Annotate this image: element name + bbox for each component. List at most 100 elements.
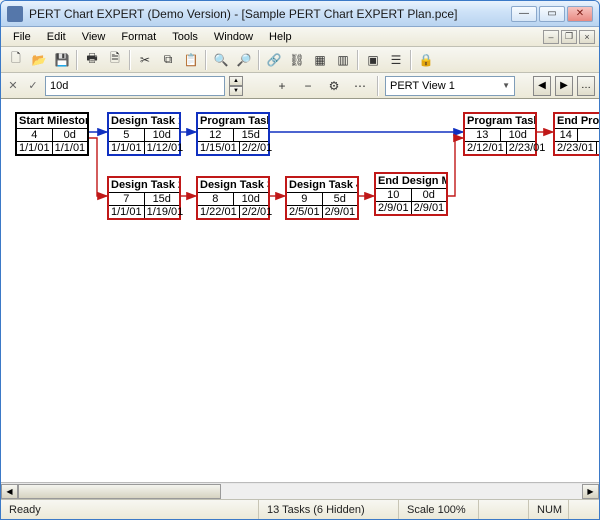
node-duration: 10d — [145, 129, 180, 141]
minimize-button[interactable]: — — [511, 6, 537, 22]
scroll-right-button[interactable]: ▶ — [582, 484, 599, 499]
node-start-date: 2/9/01 — [376, 202, 412, 214]
print-button[interactable]: 🖶 — [81, 49, 103, 71]
node-title: Design Task 4 — [287, 178, 357, 193]
prev-view-button[interactable]: ◀ — [533, 76, 551, 96]
trace-button[interactable]: ⚙ — [323, 75, 345, 97]
node-duration: 0d — [53, 129, 88, 141]
task-node-dt1[interactable]: Design Task 1510d1/1/011/12/01 — [107, 112, 181, 156]
task-node-pt1[interactable]: Program Task 11215d1/15/012/2/01 — [196, 112, 270, 156]
node-start-date: 2/12/01 — [465, 142, 507, 154]
node-id: 10 — [376, 189, 412, 201]
scroll-track[interactable] — [18, 484, 582, 499]
node-id: 9 — [287, 193, 323, 205]
menu-view[interactable]: View — [74, 29, 114, 45]
node-id: 4 — [17, 129, 53, 141]
status-grip — [569, 500, 599, 519]
node-end-date: 2/2/01 — [240, 142, 275, 154]
maximize-button[interactable]: ▭ — [539, 6, 565, 22]
node-duration — [578, 129, 600, 141]
cancel-entry-icon[interactable]: ✕ — [5, 78, 21, 94]
chart-canvas[interactable]: Start Milestone40d1/1/011/1/01 Design Tas… — [1, 99, 599, 482]
task-node-start[interactable]: Start Milestone40d1/1/011/1/01 — [15, 112, 89, 156]
node-start-date: 1/22/01 — [198, 206, 240, 218]
scroll-left-button[interactable]: ◀ — [1, 484, 18, 499]
app-icon — [7, 6, 23, 22]
node-start-date: 1/1/01 — [109, 206, 145, 218]
node-id: 14 — [555, 129, 578, 141]
duration-stepper[interactable]: ▲▼ — [229, 76, 243, 96]
zoom-in-button[interactable]: 🔍 — [210, 49, 232, 71]
node-start-date: 2/5/01 — [287, 206, 323, 218]
node-start-date: 1/1/01 — [17, 142, 53, 154]
window-title: PERT Chart EXPERT (Demo Version) - [Samp… — [29, 7, 511, 21]
node-end-date: 2/9/01 — [323, 206, 358, 218]
print-preview-button[interactable]: 🗎 — [104, 49, 126, 71]
horizontal-scrollbar[interactable]: ◀ ▶ — [1, 482, 599, 499]
node-title: End Design Milestone — [376, 174, 446, 189]
main-toolbar: 🗋 📂 💾 🖶 🗎 ✂ ⧉ 📋 🔍 🔎 🔗 ⛓ ▦ ▥ ▣ ☰ 🔒 — [1, 47, 599, 73]
menu-window[interactable]: Window — [206, 29, 261, 45]
cut-button[interactable]: ✂ — [134, 49, 156, 71]
copy-button[interactable]: ⧉ — [157, 49, 179, 71]
duration-input[interactable]: 10d — [45, 76, 225, 96]
zoom-plus-button[interactable]: + — [271, 75, 293, 97]
save-button[interactable]: 💾 — [51, 49, 73, 71]
task-node-dt4[interactable]: Design Task 495d2/5/012/9/01 — [285, 176, 359, 220]
task-node-pt2[interactable]: Program Task 21310d2/12/012/23/01 — [463, 112, 537, 156]
titlebar: PERT Chart EXPERT (Demo Version) - [Samp… — [1, 1, 599, 27]
next-view-button[interactable]: ▶ — [555, 76, 573, 96]
group-button[interactable]: ▣ — [362, 49, 384, 71]
node-end-date: 1/1/01 — [53, 142, 88, 154]
node-end-date: 2/9/01 — [412, 202, 447, 214]
node-id: 8 — [198, 193, 234, 205]
view-select[interactable]: PERT View 1 ▼ — [385, 76, 515, 96]
mdi-minimize-button[interactable]: – — [543, 30, 559, 44]
unlink-button[interactable]: ⛓ — [286, 49, 308, 71]
filter-button[interactable]: ▦ — [309, 49, 331, 71]
zoom-out-button[interactable]: 🔎 — [233, 49, 255, 71]
task-node-edm[interactable]: End Design Milestone100d2/9/012/9/01 — [374, 172, 448, 216]
scroll-thumb[interactable] — [18, 484, 221, 499]
menu-format[interactable]: Format — [113, 29, 164, 45]
node-end-date: 2/2/01 — [240, 206, 275, 218]
task-node-dt2[interactable]: Design Task 2715d1/1/011/19/01 — [107, 176, 181, 220]
layout-button[interactable]: ▥ — [332, 49, 354, 71]
open-button[interactable]: 📂 — [28, 49, 50, 71]
task-node-epm[interactable]: End Prog Milesto142/23/012 — [553, 112, 599, 156]
node-end-date: 2/23/01 — [507, 142, 548, 154]
node-title: Program Task 1 — [198, 114, 268, 129]
menubar: File Edit View Format Tools Window Help … — [1, 27, 599, 47]
accept-entry-icon[interactable]: ✓ — [25, 78, 41, 94]
status-ready: Ready — [1, 500, 259, 519]
menu-help[interactable]: Help — [261, 29, 300, 45]
entry-toolbar: ✕ ✓ 10d ▲▼ + − ⚙ ⋯ PERT View 1 ▼ ◀ ▶ … — [1, 73, 599, 99]
lock-button[interactable]: 🔒 — [415, 49, 437, 71]
app-window: PERT Chart EXPERT (Demo Version) - [Samp… — [0, 0, 600, 520]
new-button[interactable]: 🗋 — [5, 49, 27, 71]
menu-tools[interactable]: Tools — [164, 29, 206, 45]
node-start-date: 1/1/01 — [109, 142, 145, 154]
node-end-date: 1/19/01 — [145, 206, 186, 218]
menu-edit[interactable]: Edit — [39, 29, 74, 45]
node-id: 5 — [109, 129, 145, 141]
columns-button[interactable]: ☰ — [385, 49, 407, 71]
options-button[interactable]: ⋯ — [349, 75, 371, 97]
status-num: NUM — [529, 500, 569, 519]
menu-file[interactable]: File — [5, 29, 39, 45]
close-button[interactable]: ✕ — [567, 6, 593, 22]
zoom-minus-button[interactable]: − — [297, 75, 319, 97]
mdi-close-button[interactable]: × — [579, 30, 595, 44]
node-title: Design Task 1 — [109, 114, 179, 129]
link-button[interactable]: 🔗 — [263, 49, 285, 71]
node-title: Design Task 2 — [109, 178, 179, 193]
edge-edm-pt2 — [448, 138, 463, 196]
paste-button[interactable]: 📋 — [180, 49, 202, 71]
node-end-date: 2 — [597, 142, 599, 154]
mdi-restore-button[interactable]: ❐ — [561, 30, 577, 44]
task-node-dt3[interactable]: Design Task 3810d1/22/012/2/01 — [196, 176, 270, 220]
node-start-date: 2/23/01 — [555, 142, 597, 154]
more-views-button[interactable]: … — [577, 76, 595, 96]
node-title: Program Task 2 — [465, 114, 535, 129]
node-duration: 0d — [412, 189, 447, 201]
